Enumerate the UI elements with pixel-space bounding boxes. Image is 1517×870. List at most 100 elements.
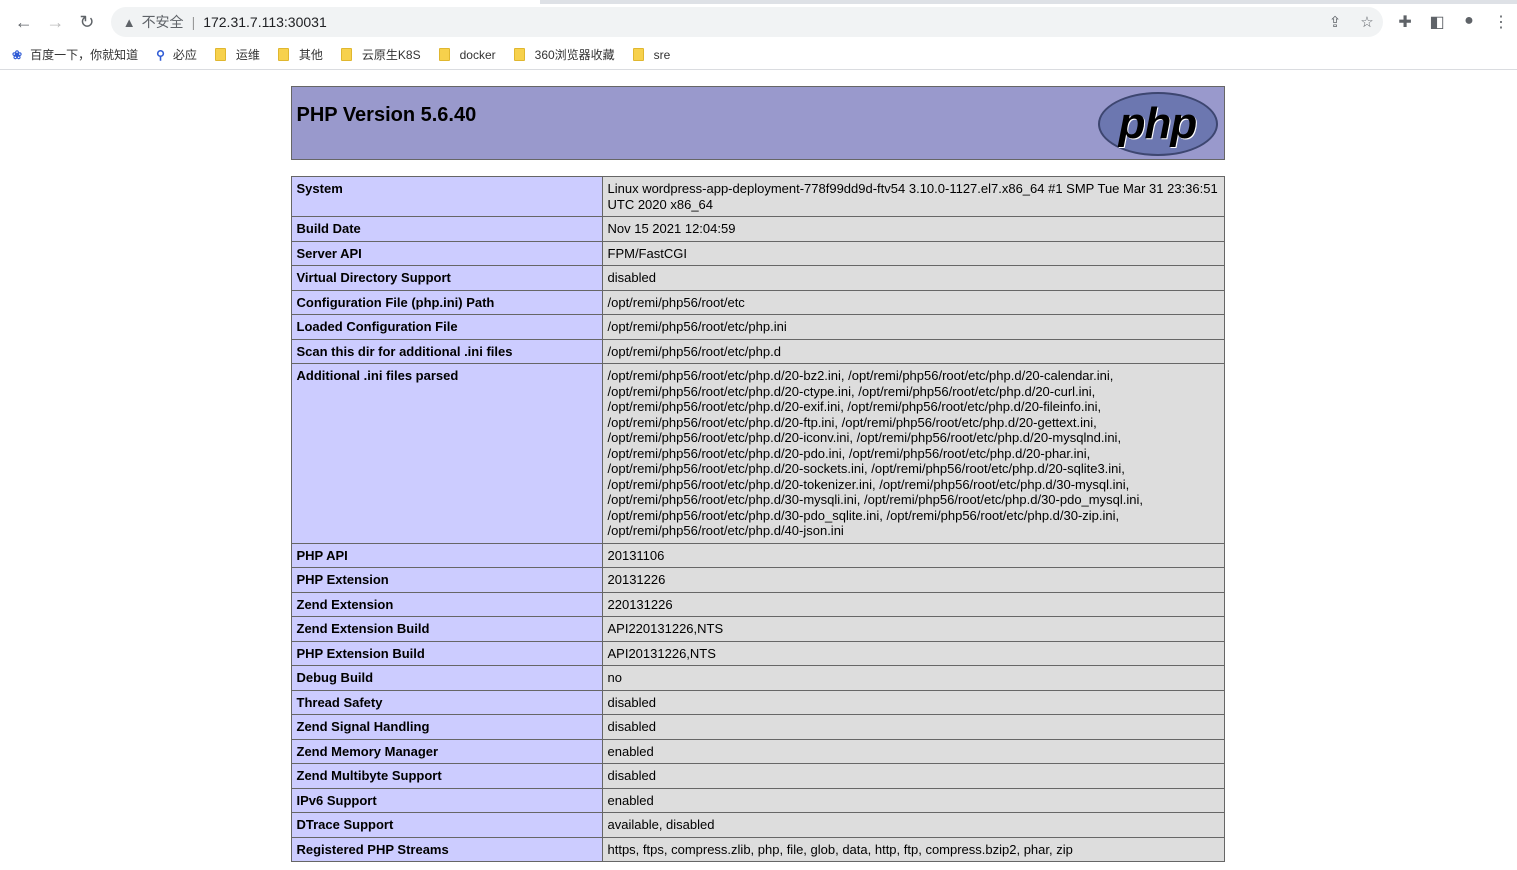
setting-value: disabled <box>601 265 1225 291</box>
folder-icon <box>340 48 352 61</box>
bookmark-folder-360[interactable]: 360浏览器收藏 <box>513 46 615 63</box>
phpinfo-header: PHP Version 5.6.40 php <box>290 86 1225 160</box>
phpinfo-table: System Linux wordpress-app-deployment-778… <box>290 176 1225 862</box>
setting-name: Zend Extension Build <box>290 616 603 642</box>
setting-name: Thread Safety <box>290 689 603 715</box>
setting-value: API20131226,NTS <box>601 640 1225 666</box>
setting-value: 220131226 <box>601 591 1225 617</box>
setting-value: available, disabled <box>601 812 1225 838</box>
setting-name: Virtual Directory Support <box>290 265 603 291</box>
setting-name: PHP Extension Build <box>290 640 603 666</box>
bookmark-folder-other[interactable]: 其他 <box>277 46 323 63</box>
bookmark-folder-sre[interactable]: sre <box>632 47 671 62</box>
table-row: Loaded Configuration File/opt/remi/php56… <box>290 314 1225 340</box>
setting-name: Zend Signal Handling <box>290 714 603 740</box>
back-icon[interactable]: ← <box>8 12 40 33</box>
search-icon: ⚲ <box>156 47 165 62</box>
page-content: PHP Version 5.6.40 php System Linux wordp… <box>0 70 1517 862</box>
url-text[interactable]: 172.31.7.113:30031 <box>203 14 327 30</box>
warning-icon[interactable]: ▲ <box>123 15 136 30</box>
setting-name: Debug Build <box>290 665 603 691</box>
setting-value: no <box>601 665 1225 691</box>
table-row: System Linux wordpress-app-deployment-778… <box>290 176 1225 217</box>
table-row: Server API FPM/FastCGI <box>290 240 1225 266</box>
bookmark-label: 百度一下，你就知道 <box>30 48 139 62</box>
avatar[interactable]: ● <box>1453 12 1485 32</box>
table-row: Zend Multibyte Support disabled <box>290 763 1225 789</box>
setting-value: /opt/remi/php56/root/etc/php.ini <box>601 314 1225 340</box>
address-bar[interactable]: ▲ 不安全 | 172.31.7.113:30031 ⇪ ☆ <box>110 7 1384 37</box>
setting-value: Nov 15 2021 12:04:59 <box>601 216 1225 242</box>
setting-name: Server API <box>290 240 603 266</box>
page-title: PHP Version 5.6.40 <box>296 104 477 126</box>
setting-value: disabled <box>601 763 1225 789</box>
bookmark-folder-ops[interactable]: 运维 <box>214 46 260 63</box>
setting-name: Zend Multibyte Support <box>290 763 603 789</box>
table-row: PHP Extension 20131226 <box>290 567 1225 593</box>
setting-name: Scan this dir for additional .ini files <box>290 338 603 364</box>
setting-name: IPv6 Support <box>290 787 603 813</box>
bookmark-bing[interactable]: ⚲ 必应 <box>156 46 197 63</box>
setting-value: disabled <box>601 714 1225 740</box>
divider: | <box>191 14 196 30</box>
setting-value: disabled <box>601 689 1225 715</box>
bookmark-folder-docker[interactable]: docker <box>438 47 496 62</box>
setting-value: enabled <box>601 787 1225 813</box>
setting-value: enabled <box>601 738 1225 764</box>
bookmark-baidu[interactable]: ❀ 百度一下，你就知道 <box>12 46 138 63</box>
bookmark-label: docker <box>459 47 496 62</box>
star-icon[interactable]: ☆ <box>1351 13 1383 31</box>
setting-value: https, ftps, compress.zlib, php, file, g… <box>601 836 1225 862</box>
folder-icon <box>277 48 289 61</box>
bookmark-label: 其他 <box>298 48 323 62</box>
table-row: IPv6 Support enabled <box>290 787 1225 813</box>
bookmark-label: 云原生K8S <box>361 48 421 62</box>
security-label[interactable]: 不安全 <box>142 12 184 32</box>
bookmarks-bar: ❀ 百度一下，你就知道 ⚲ 必应 运维 其他 云原生K8S docker 360浏览… <box>0 40 1517 70</box>
forward-icon[interactable]: → <box>40 12 72 33</box>
extensions-icon[interactable]: ✚ <box>1389 12 1421 32</box>
table-row: DTrace Support available, disabled <box>290 812 1225 838</box>
setting-value: /opt/remi/php56/root/etc/php.d <box>601 338 1225 364</box>
table-row: PHP Extension Build API20131226,NTS <box>290 640 1225 666</box>
table-row: Zend Extension 220131226 <box>290 591 1225 617</box>
table-row: Additional .ini files parsed/opt/remi/ph… <box>290 363 1225 544</box>
bookmark-label: 运维 <box>235 48 260 62</box>
table-row: Build Date Nov 15 2021 12:04:59 <box>290 216 1225 242</box>
table-row: PHP API 20131106 <box>290 542 1225 568</box>
table-row: Registered PHP Streams https, ftps, compr… <box>290 836 1225 862</box>
setting-value: /opt/remi/php56/root/etc/php.d/20-bz2.in… <box>601 363 1225 544</box>
setting-name: PHP Extension <box>290 567 603 593</box>
table-row: Zend Extension Build API220131226,NTS <box>290 616 1225 642</box>
active-tab[interactable] <box>0 0 540 4</box>
bookmark-label: sre <box>653 47 671 62</box>
menu-icon[interactable]: ⋮ <box>1485 12 1517 32</box>
bookmark-folder-k8s[interactable]: 云原生K8S <box>340 46 421 63</box>
setting-name: Loaded Configuration File <box>290 314 603 340</box>
setting-name: DTrace Support <box>290 812 603 838</box>
table-row: Scan this dir for additional .ini files /… <box>290 338 1225 364</box>
share-icon[interactable]: ⇪ <box>1319 13 1351 31</box>
setting-name: Additional .ini files parsed <box>290 363 603 544</box>
setting-name: Configuration File (php.ini) Path <box>290 289 603 315</box>
table-row: Zend Memory Manager enabled <box>290 738 1225 764</box>
setting-name: Zend Extension <box>290 591 603 617</box>
php-logo[interactable]: php <box>1097 92 1218 156</box>
setting-name: PHP API <box>290 542 603 568</box>
tab-strip <box>0 0 1517 4</box>
setting-name: Zend Memory Manager <box>290 738 603 764</box>
folder-icon <box>513 48 525 61</box>
side-panel-icon[interactable]: ◧ <box>1421 12 1453 32</box>
folder-icon <box>632 48 644 61</box>
setting-value: 20131106 <box>601 542 1225 568</box>
setting-name: Build Date <box>290 216 603 242</box>
setting-name: System <box>290 176 603 217</box>
setting-value: /opt/remi/php56/root/etc <box>601 289 1225 315</box>
reload-icon[interactable]: ↻ <box>71 12 103 33</box>
setting-value: 20131226 <box>601 567 1225 593</box>
table-row: Thread Safety disabled <box>290 689 1225 715</box>
table-row: Virtual Directory Support disabled <box>290 265 1225 291</box>
setting-name: Registered PHP Streams <box>290 836 603 862</box>
setting-value: API220131226,NTS <box>601 616 1225 642</box>
folder-icon <box>438 48 450 61</box>
